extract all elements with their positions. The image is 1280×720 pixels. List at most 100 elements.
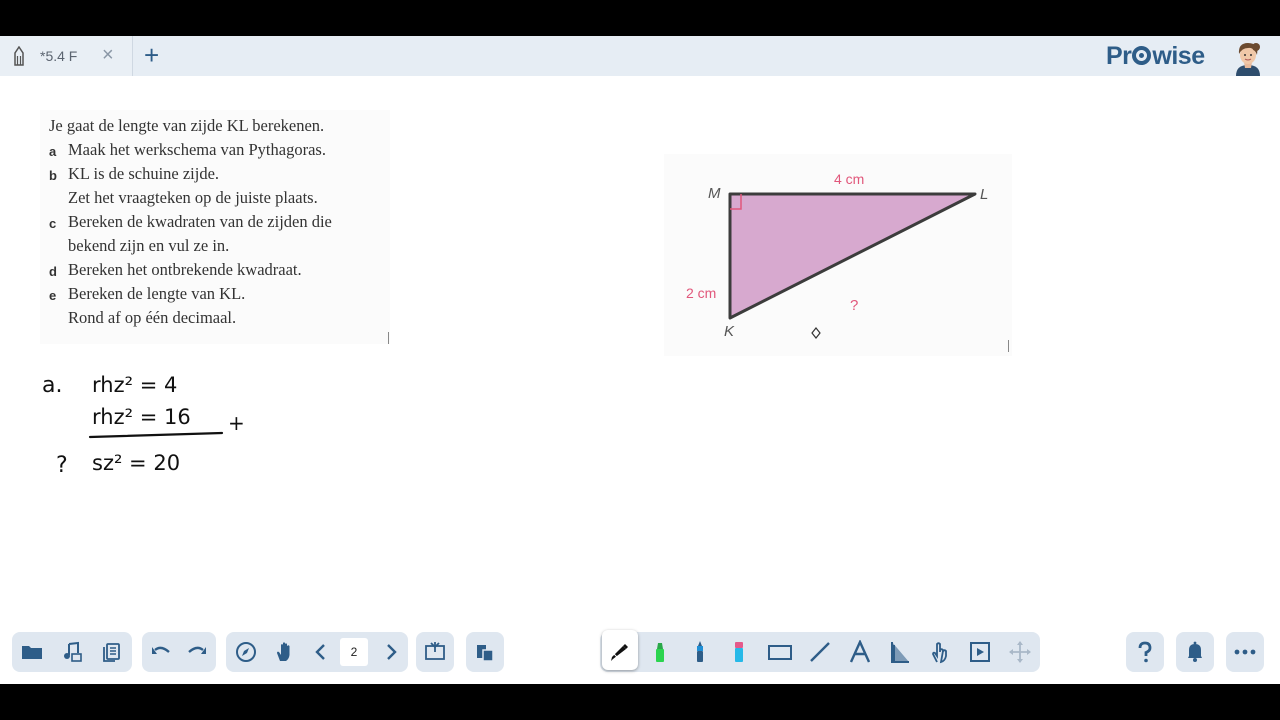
marker-tool-button[interactable] (681, 632, 719, 672)
item-c-line-2: bekend zijn en vul ze in. (68, 236, 230, 255)
item-label-c: c (49, 216, 57, 231)
notification-bell-icon (1188, 641, 1202, 662)
item-c-line-1: Bereken de kwadraten van de zijden die (68, 212, 332, 231)
toolbar-paste-group (466, 632, 504, 672)
pen-tool-button[interactable] (601, 632, 639, 672)
image-edge-marker (388, 332, 389, 344)
toolbar-history-group (142, 632, 216, 672)
side-ml-label: 4 cm (834, 171, 864, 187)
redo-icon (188, 646, 206, 654)
toolbar-notify-group (1176, 632, 1214, 672)
undo-button[interactable] (142, 632, 180, 672)
eraser-icon (735, 642, 743, 662)
copy-pages-icon (103, 643, 120, 662)
screen-capture-icon (425, 642, 445, 660)
exercise-intro: Je gaat de lengte van zijde KL berekenen… (49, 116, 325, 135)
item-label-b: b (49, 168, 57, 183)
ruler-icon (891, 642, 909, 663)
line-tool-button[interactable] (801, 632, 839, 672)
item-d-line-1: Bereken het ontbrekende kwadraat. (68, 260, 302, 279)
rectangle-tool-button[interactable] (761, 632, 799, 672)
hw-row-2: rhz² = 16 (92, 405, 191, 429)
user-avatar[interactable] (1230, 38, 1266, 76)
hw-row-1: rhz² = 4 (92, 373, 177, 397)
image-edge-marker-2 (1008, 340, 1009, 352)
triangle-figure: M L K 4 cm 2 cm ? (664, 154, 1012, 356)
previous-page-button[interactable] (302, 632, 340, 672)
folder-icon (22, 646, 42, 659)
side-kl-label: ? (850, 297, 858, 314)
open-folder-button[interactable] (13, 632, 51, 672)
item-label-a: a (49, 144, 57, 159)
notifications-button[interactable] (1176, 632, 1214, 672)
new-tab-button[interactable]: + (144, 42, 159, 68)
item-e-line-1: Bereken de lengte van KL. (68, 284, 246, 303)
line-icon (810, 642, 830, 662)
hw-plus-sign: + (228, 411, 245, 435)
vertex-l-label: L (980, 186, 988, 203)
compass-button[interactable] (227, 632, 265, 672)
prowise-logo: Pr wise (1106, 42, 1205, 71)
vertex-m-label: M (708, 185, 721, 202)
compass-icon (236, 642, 256, 662)
move-icon (1009, 641, 1031, 663)
text-tool-button[interactable] (841, 632, 879, 672)
document-tab[interactable]: *5.4 F × (0, 36, 133, 76)
vertex-k-label: K (724, 323, 735, 340)
undo-icon (152, 646, 170, 654)
insert-box-icon (970, 642, 990, 662)
page-overview-button[interactable] (93, 632, 131, 672)
eraser-tool-button[interactable] (720, 632, 758, 672)
pointer-tool-button[interactable] (921, 632, 959, 672)
close-tab-icon[interactable]: × (102, 44, 114, 66)
item-label-e: e (49, 288, 57, 303)
highlighter-icon (656, 643, 664, 662)
exercise-text: Je gaat de lengte van zijde KL berekenen… (40, 110, 390, 344)
logo-text-start: Pr (1106, 42, 1132, 70)
tab-title: *5.4 F (40, 48, 78, 64)
page-number-field[interactable]: 2 (340, 638, 368, 666)
document-pen-icon (14, 46, 24, 66)
hw-part-label: a. (42, 373, 62, 398)
item-e-line-2: Rond af op één decimaal. (68, 308, 237, 327)
paste-icon (477, 645, 494, 662)
media-button[interactable] (53, 632, 91, 672)
toolbar-capture-group (416, 632, 454, 672)
hw-sum-line (88, 431, 224, 439)
triangle-drawing: M L K 4 cm 2 cm ? (686, 171, 988, 340)
toolbar-drawing-group (600, 630, 1040, 672)
toolbar-more-group (1226, 632, 1264, 672)
next-page-button[interactable] (372, 632, 410, 672)
hand-pan-icon (277, 642, 290, 661)
highlighter-tool-button[interactable] (641, 632, 679, 672)
help-icon (1138, 641, 1152, 663)
rectangle-icon (768, 645, 792, 660)
logo-o-mark (1132, 46, 1152, 65)
more-options-button[interactable] (1226, 632, 1264, 672)
pointer-hand-icon (932, 642, 947, 664)
toolbar-navigation-group: 2 (226, 632, 408, 672)
media-icon (64, 641, 82, 662)
tab-bar: *5.4 F × + Pr wise (0, 36, 1280, 76)
screen-capture-button[interactable] (416, 632, 454, 672)
hw-question-mark: ? (56, 453, 68, 478)
redo-button[interactable] (178, 632, 216, 672)
ruler-tool-button[interactable] (881, 632, 919, 672)
item-label-d: d (49, 264, 57, 279)
hw-row-3: sz² = 20 (92, 451, 180, 475)
item-a-line-1: Maak het werkschema van Pythagoras. (68, 140, 326, 159)
next-page-icon (387, 644, 397, 660)
text-icon (849, 640, 871, 663)
marker-icon (697, 641, 703, 662)
side-mk-label: 2 cm (686, 285, 716, 301)
pen-icon (611, 644, 628, 661)
move-tool-button[interactable] (1001, 632, 1039, 672)
toolbar-help-group (1126, 632, 1164, 672)
help-button[interactable] (1126, 632, 1164, 672)
insert-element-button[interactable] (961, 632, 999, 672)
more-icon (1234, 649, 1256, 655)
logo-text-end: wise (1152, 42, 1205, 70)
app-window: *5.4 F × + Pr wise Je gaat de lengte van … (0, 36, 1280, 684)
pan-button[interactable] (266, 632, 304, 672)
paste-button[interactable] (466, 632, 504, 672)
